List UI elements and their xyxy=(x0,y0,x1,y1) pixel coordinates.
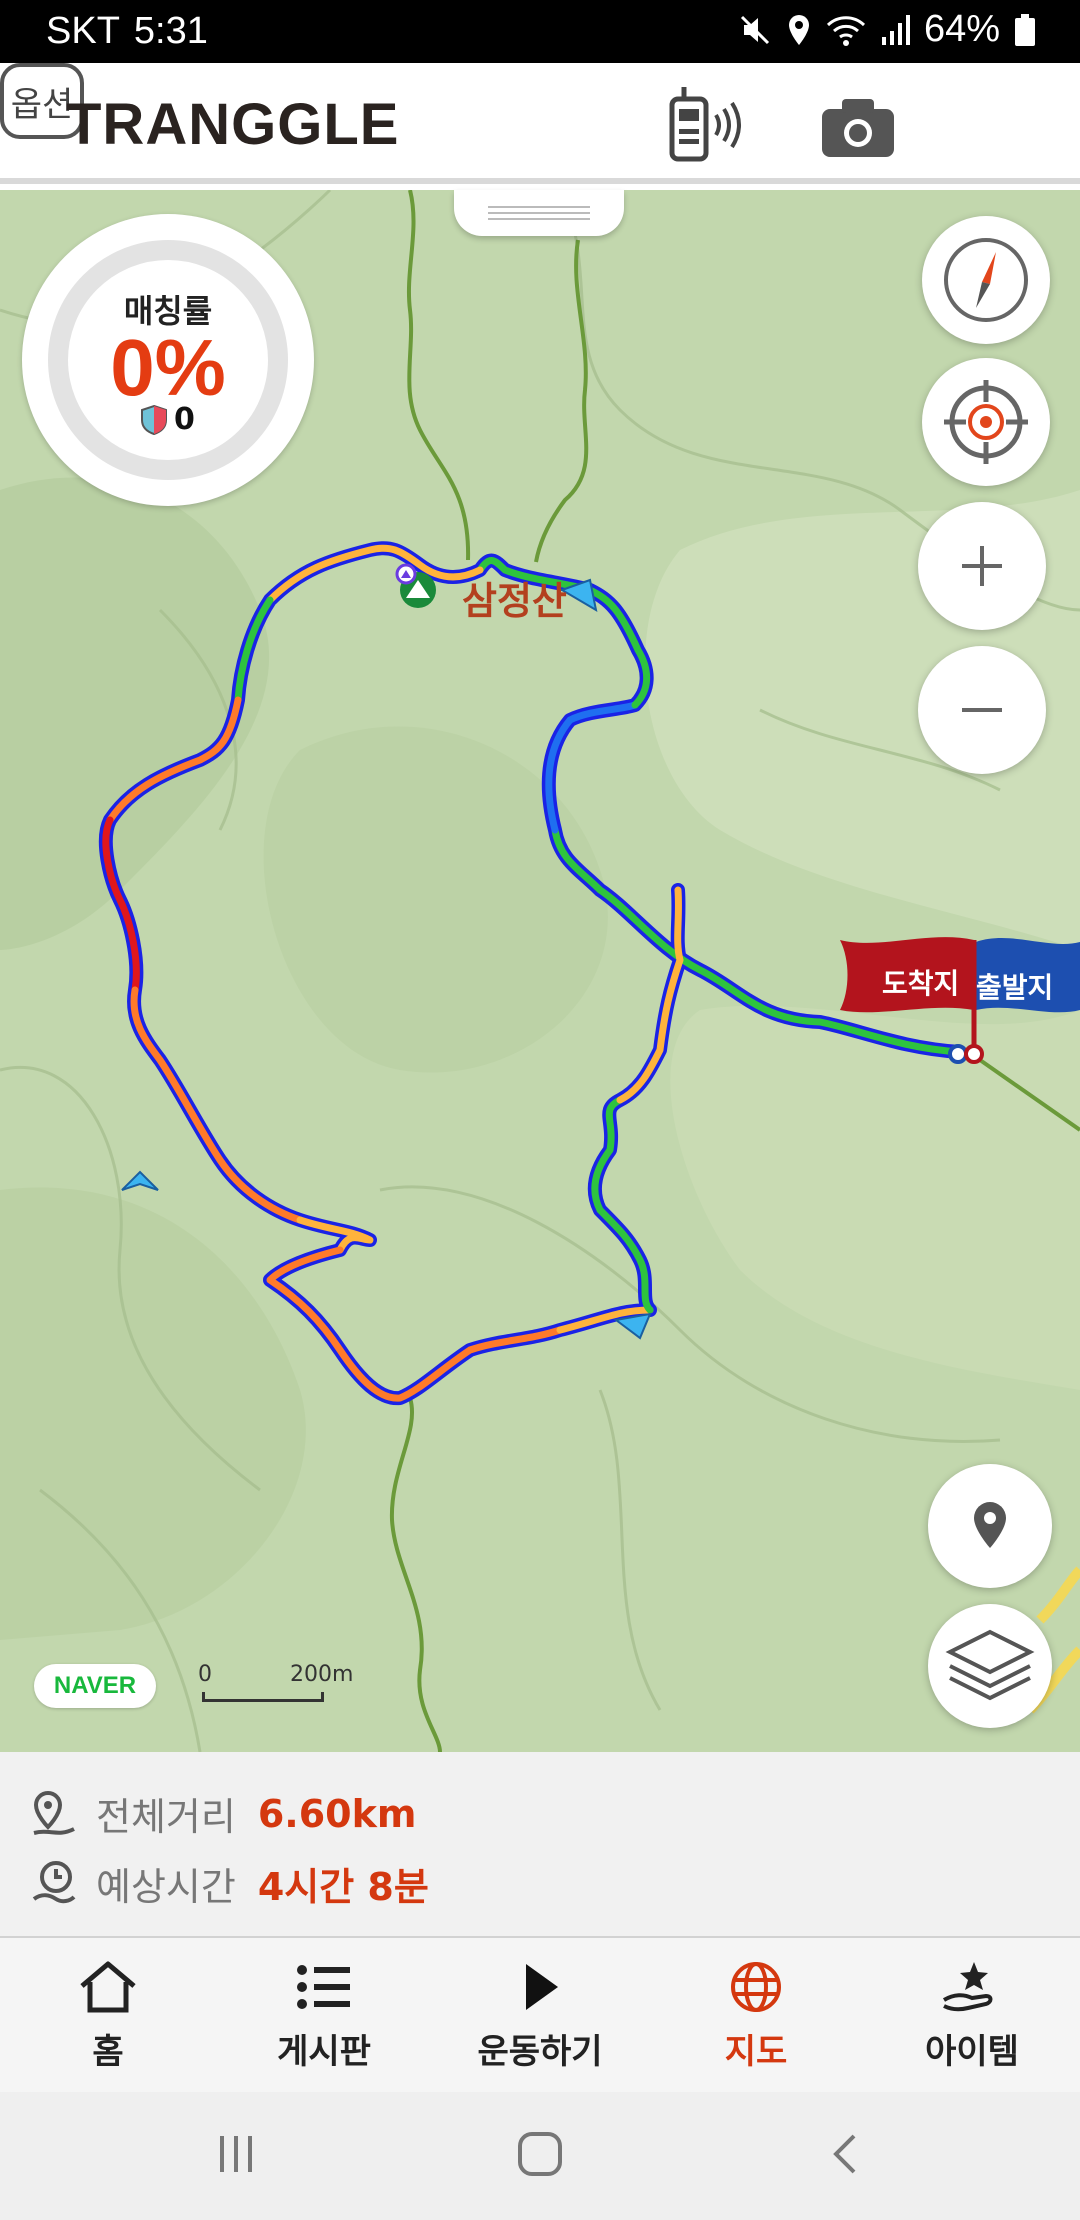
list-icon xyxy=(297,1965,350,2009)
crosshair-icon xyxy=(944,380,1028,464)
home-icon xyxy=(80,1961,136,2013)
route-info-panel: 전체거리 6.60km 예상시간 4시간 8분 xyxy=(0,1752,1080,1938)
status-icons: 64% xyxy=(738,8,1036,51)
wifi-icon xyxy=(826,15,865,46)
recent-apps-icon xyxy=(220,2136,252,2172)
plus-icon xyxy=(962,546,1002,586)
location-icon xyxy=(788,14,809,45)
status-bar: SKT 5:31 64% xyxy=(0,0,1080,63)
zoom-in-button[interactable] xyxy=(918,502,1046,630)
battery-icon xyxy=(1015,13,1035,46)
bottom-nav: 홈 게시판 운동하기 지도 아이템 xyxy=(0,1938,1080,2092)
back-button[interactable] xyxy=(826,2130,866,2182)
map-scale: 0 200m xyxy=(198,1662,353,1704)
walkie-talkie-icon xyxy=(669,87,741,162)
play-icon xyxy=(526,1964,558,2010)
layers-button[interactable] xyxy=(928,1604,1052,1728)
time-value: 4시간 8분 xyxy=(257,1865,429,1909)
status-left: SKT 5:31 xyxy=(46,10,208,53)
match-count-value: 0 xyxy=(174,402,195,437)
clock-hand-icon xyxy=(32,1860,76,1903)
carrier-label: SKT xyxy=(46,10,120,52)
camera-button[interactable] xyxy=(820,97,896,163)
nav-map[interactable]: 지도 xyxy=(648,1938,864,2092)
distance-pin-icon xyxy=(33,1790,75,1835)
app-logo: TRANGGLE xyxy=(66,92,400,157)
nav-items[interactable]: 아이템 xyxy=(864,1938,1080,2092)
radio-button[interactable] xyxy=(662,85,754,169)
distance-value: 6.60km xyxy=(257,1791,417,1836)
signal-icon xyxy=(881,14,910,45)
nav-board[interactable]: 게시판 xyxy=(216,1938,432,2092)
match-count: 0 xyxy=(140,402,195,437)
pull-down-tab[interactable] xyxy=(454,190,624,236)
back-chevron-icon xyxy=(833,2134,856,2174)
locate-button[interactable] xyxy=(922,358,1050,486)
map-pin-icon xyxy=(974,1502,1006,1548)
clock: 5:31 xyxy=(133,10,208,52)
compass-icon xyxy=(944,238,1028,322)
home-square-icon xyxy=(518,2132,562,2176)
nav-exercise[interactable]: 운동하기 xyxy=(432,1938,648,2092)
scale-distance-label: 200m xyxy=(290,1662,354,1687)
recent-apps-button[interactable] xyxy=(214,2132,258,2180)
compass-button[interactable] xyxy=(922,216,1050,344)
app-header: TRANGGLE 옵션 xyxy=(0,63,1080,184)
camera-icon xyxy=(822,99,894,157)
my-location-button[interactable] xyxy=(928,1464,1052,1588)
shield-icon xyxy=(141,404,167,435)
start-flag-label: 출발지 xyxy=(976,971,1054,1004)
nav-home[interactable]: 홈 xyxy=(0,1938,216,2092)
distance-row: 전체거리 6.60km xyxy=(30,1786,416,1841)
time-label: 예상시간 xyxy=(96,1865,236,1909)
layers-icon xyxy=(945,1629,1035,1701)
mute-icon xyxy=(740,15,769,44)
scale-zero-label: 0 xyxy=(198,1662,212,1687)
naver-logo: NAVER xyxy=(34,1664,156,1708)
arrival-flag-label: 도착지 xyxy=(882,967,960,1000)
nav-home-label: 홈 xyxy=(92,2032,124,2072)
battery-percent: 64% xyxy=(923,8,1000,50)
time-row: 예상시간 4시간 8분 xyxy=(30,1856,429,1911)
zoom-out-button[interactable] xyxy=(918,646,1046,774)
home-system-button[interactable] xyxy=(516,2130,564,2182)
minus-icon xyxy=(962,708,1002,712)
nav-map-label: 지도 xyxy=(724,2032,788,2072)
match-rate-widget: 매칭률 0% 0 xyxy=(22,214,314,506)
system-nav-bar xyxy=(0,2092,1080,2220)
nav-items-label: 아이템 xyxy=(925,2032,1019,2072)
distance-label: 전체거리 xyxy=(96,1795,236,1839)
item-hand-icon xyxy=(942,1962,993,2012)
match-rate-value: 0% xyxy=(110,323,226,412)
nav-exercise-label: 운동하기 xyxy=(477,2032,603,2072)
globe-icon xyxy=(731,1962,781,2012)
nav-board-label: 게시판 xyxy=(277,2032,371,2072)
peak-name-label: 삼정산 xyxy=(462,579,567,623)
